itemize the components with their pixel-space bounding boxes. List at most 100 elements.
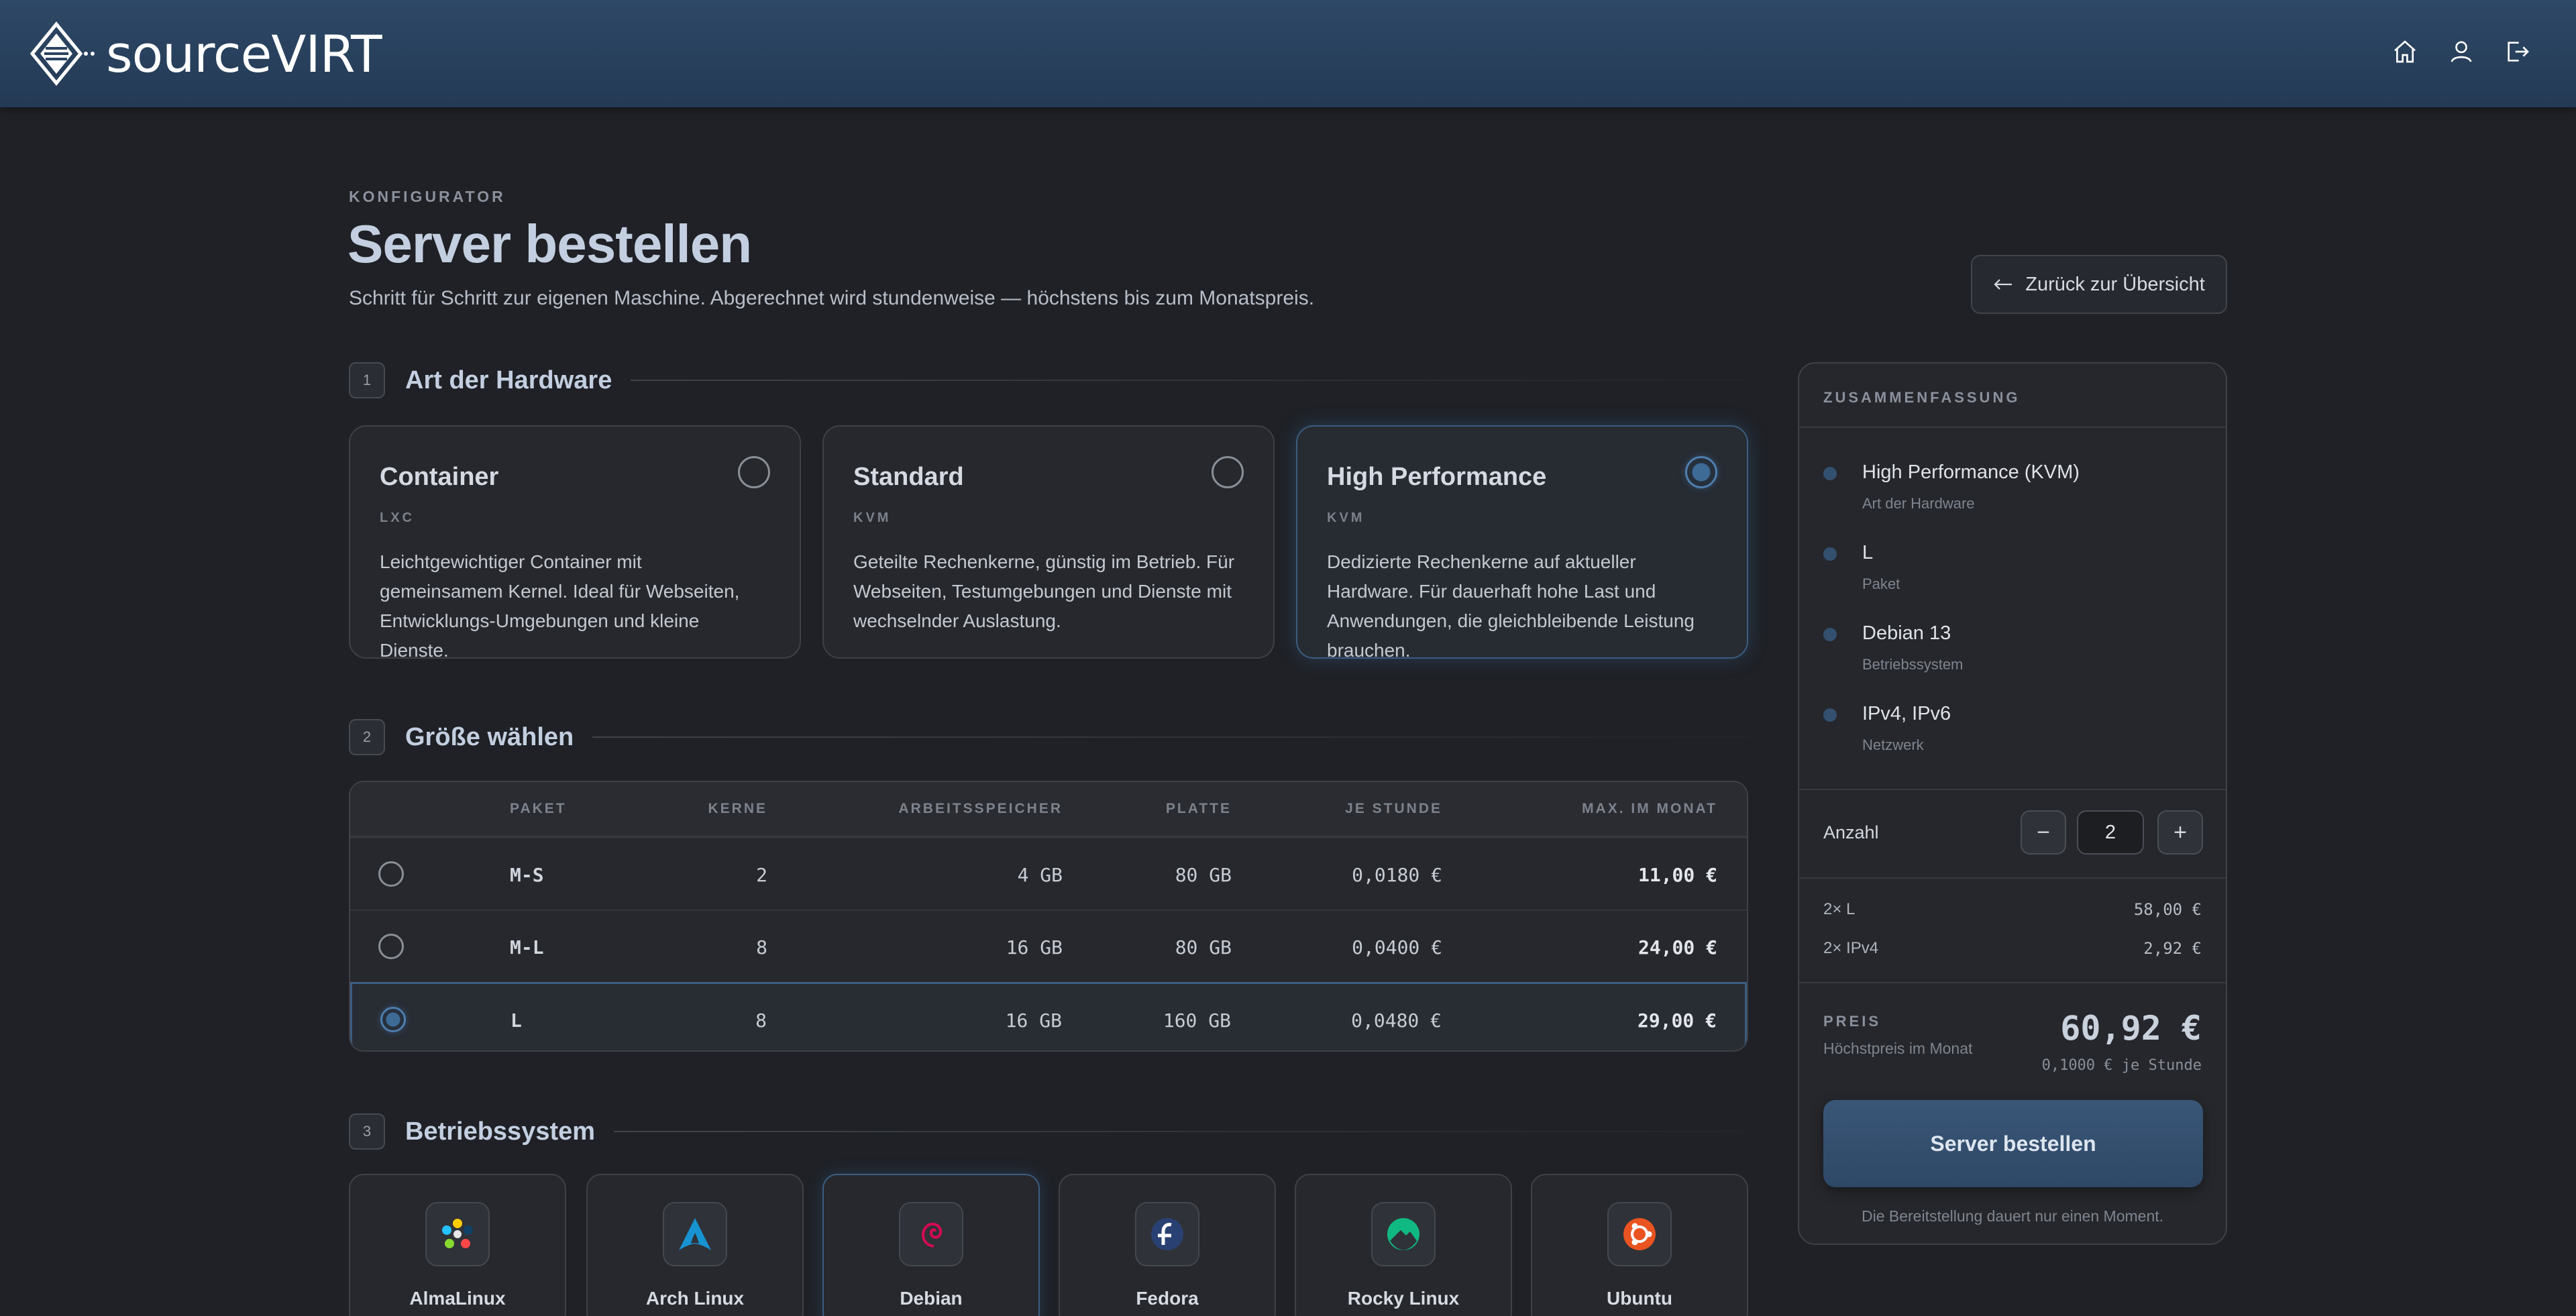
os-name: AlmaLinux [409,1288,506,1309]
summary-label: Netzwerk [1862,736,1924,753]
cell-je-stunde: 0,0180 € [1352,864,1442,886]
summary-dot [1823,467,1837,480]
logout-icon[interactable] [2502,36,2533,67]
os-card-fedora[interactable]: Fedora [1059,1174,1276,1316]
line-item-value: 2,92 € [2143,939,2202,958]
summary-dot [1823,628,1837,641]
quantity-decrement-button[interactable]: − [2021,810,2066,855]
arrow-left-icon [1994,279,2012,290]
size-table: PAKET KERNE ARBEITSSPEICHER PLATTE JE ST… [349,781,1748,1052]
cell-je-stunde: 0,0480 € [1351,1009,1442,1032]
column-header-arbeitsspeicher: ARBEITSSPEICHER [898,801,1063,816]
column-header-max-monat: MAX. IM MONAT [1582,801,1717,816]
hardware-radio-selected[interactable] [1685,456,1717,488]
os-name: Arch Linux [645,1288,745,1309]
hardware-description: Dedizierte Rechenkerne auf aktueller Har… [1327,551,1695,661]
brand-logo[interactable]: sourceVIRT [30,21,382,86]
summary-label: Paket [1862,575,1900,592]
cell-je-stunde: 0,0400 € [1352,936,1442,958]
summary-value: High Performance (KVM) [1862,461,2080,483]
hardware-card-high-performance[interactable]: High Performance KVM Dedizierte Rechenke… [1296,425,1748,661]
column-header-paket: PAKET [510,801,567,816]
page-eyebrow: KONFIGURATOR [349,188,506,205]
row-radio-selected[interactable] [380,1007,406,1032]
os-name: Debian [900,1288,963,1309]
summary-divider [1799,789,2226,790]
hardware-title: High Performance [1327,463,1547,491]
cell-platte: 80 GB [1175,864,1232,886]
summary-value: IPv4, IPv6 [1862,703,1951,724]
hardware-tag: KVM [1327,510,1365,525]
section-divider [592,736,1748,738]
cell-platte: 160 GB [1163,1009,1231,1032]
ubuntu-icon [1607,1202,1672,1266]
cell-ram: 4 GB [1017,864,1063,886]
hardware-description: Leichtgewichtiger Container mit gemeinsa… [380,551,740,661]
row-radio[interactable] [378,861,404,887]
cell-ram: 16 GB [1005,1009,1062,1032]
line-item-value: 58,00 € [2133,900,2202,919]
cell-max-monat: 11,00 € [1638,864,1717,886]
hardware-radio[interactable] [738,456,770,488]
quantity-input[interactable] [2077,810,2144,855]
hardware-card-container[interactable]: Container LXC Leichtgewichtiger Containe… [349,425,801,661]
line-item-label: 2× L [1823,900,1856,918]
section-size-heading: 2 Größe wählen [349,719,1748,755]
top-bar: sourceVIRT [0,0,2576,107]
hardware-description: Geteilte Rechenkerne, günstig im Betrieb… [853,551,1235,631]
table-row[interactable]: M-S 2 4 GB 80 GB 0,0180 € 11,00 € [350,837,1747,910]
section-divider [614,1131,1748,1132]
section-number: 3 [349,1113,385,1150]
summary-value: Debian 13 [1862,622,1951,644]
hardware-radio[interactable] [1212,456,1244,488]
page-subtitle: Schritt für Schritt zur eigenen Maschine… [349,287,1315,309]
price-label: PREIS [1823,1013,1882,1030]
section-divider [631,380,1748,381]
os-card-almalinux[interactable]: AlmaLinux [349,1174,566,1316]
summary-label: Betriebssystem [1862,656,1964,673]
order-server-button[interactable]: Server bestellen [1823,1100,2203,1187]
hardware-card-standard[interactable]: Standard KVM Geteilte Rechenkerne, günst… [822,425,1275,659]
os-card-debian[interactable]: Debian [822,1174,1040,1316]
os-card-rocky-linux[interactable]: Rocky Linux [1295,1174,1512,1316]
cell-max-monat: 29,00 € [1637,1009,1717,1032]
section-os-heading: 3 Betriebssystem [349,1113,1748,1150]
user-icon[interactable] [2446,36,2477,67]
section-title: Betriebssystem [405,1117,596,1146]
hardware-tag: KVM [853,510,892,525]
line-item-label: 2× IPv4 [1823,939,1879,957]
column-header-je-stunde: JE STUNDE [1345,801,1442,816]
home-icon[interactable] [2390,36,2420,67]
column-header-platte: PLATTE [1165,801,1232,816]
summary-label: Art der Hardware [1862,495,1975,512]
summary-divider [1799,877,2226,879]
summary-title: ZUSAMMENFASSUNG [1799,364,2226,428]
back-to-overview-button[interactable]: Zurück zur Übersicht [1971,255,2227,314]
os-card-ubuntu[interactable]: Ubuntu [1531,1174,1748,1316]
os-card-arch-linux[interactable]: Arch Linux [586,1174,804,1316]
cell-paket: M-L [510,936,544,958]
summary-value: L [1862,542,1874,563]
hardware-title: Container [380,463,499,491]
sourcevirt-logo-icon [30,21,95,86]
debian-icon [899,1202,963,1266]
hardware-title: Standard [853,463,964,491]
cell-max-monat: 24,00 € [1638,936,1717,958]
order-note: Die Bereitstellung dauert nur einen Mome… [1861,1207,2164,1225]
cell-kerne: 8 [756,936,767,958]
summary-divider [1799,982,2226,983]
archlinux-icon [663,1202,727,1266]
row-radio[interactable] [378,934,404,959]
table-row[interactable]: M-L 8 16 GB 80 GB 0,0400 € 24,00 € [350,910,1747,982]
cell-platte: 80 GB [1175,936,1232,958]
cell-kerne: 2 [756,864,767,886]
table-row-selected[interactable]: L 8 16 GB 160 GB 0,0480 € 29,00 € [350,982,1747,1050]
cell-paket: M-S [510,864,544,886]
section-number: 1 [349,362,385,398]
quantity-increment-button[interactable]: + [2157,810,2203,855]
fedora-icon [1135,1202,1199,1266]
os-name: Ubuntu [1607,1288,1672,1309]
summary-panel: ZUSAMMENFASSUNG High Performance (KVM) A… [1798,362,2227,1245]
price-value: 60,92 € [2060,1009,2202,1048]
hardware-tag: LXC [380,510,415,525]
